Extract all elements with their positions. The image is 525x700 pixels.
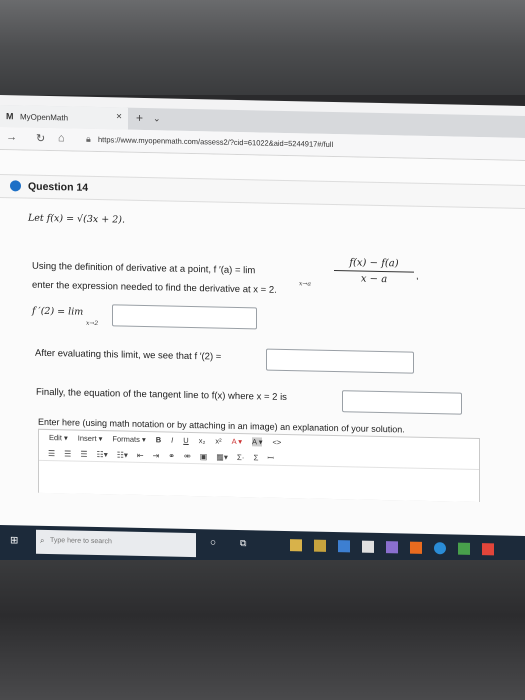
sigma-icon[interactable]: Σ (253, 453, 258, 462)
close-icon[interactable]: × (116, 111, 122, 122)
font-color-button[interactable]: A ▾ (232, 436, 242, 445)
tab-menu-icon[interactable]: ⌄ (153, 113, 161, 124)
rich-text-editor: Edit ▾ Insert ▾ Formats ▾ B I U x₂ x² A … (38, 428, 480, 503)
app-icon-2[interactable] (410, 541, 422, 554)
monitor-bezel-top (0, 0, 525, 95)
dropbox-icon[interactable] (386, 541, 398, 554)
mail-icon[interactable] (338, 540, 350, 553)
tangent-text: Finally, the equation of the tangent lin… (36, 386, 287, 404)
link-icon[interactable]: ⚭ (168, 451, 175, 460)
superscript-button[interactable]: x² (215, 436, 221, 445)
fraction-comma: , (416, 270, 419, 282)
formats-menu[interactable]: Formats ▾ (112, 434, 145, 444)
app-icon[interactable] (362, 540, 374, 553)
bullet-list-icon[interactable]: ☷▾ (97, 450, 108, 459)
page-content: Question 14 Let f(x) = √(3x + 2). Using … (0, 150, 525, 551)
store-icon[interactable] (314, 539, 326, 552)
refresh-icon[interactable]: ↻ (36, 132, 45, 145)
question-title: Question 14 (28, 180, 89, 194)
search-icon: ⌕ (40, 535, 45, 545)
align-center-icon[interactable]: ☰ (64, 449, 71, 458)
align-left-icon[interactable]: ☰ (48, 449, 55, 458)
numbered-list-icon[interactable]: ☷▾ (117, 450, 128, 459)
function-definition: Let f(x) = √(3x + 2). (28, 212, 125, 226)
tab-title: MyOpenMath (20, 111, 69, 122)
indent-icon[interactable]: ⇥ (153, 451, 160, 460)
limit-label: f ′(2) = lim (32, 305, 84, 318)
back-arrow-icon[interactable]: → (6, 131, 17, 143)
tangent-line-input[interactable] (342, 390, 462, 415)
taskbar-search[interactable]: ⌕ Type here to search (36, 529, 196, 558)
new-tab-button[interactable]: + (136, 111, 143, 125)
cortana-icon[interactable]: ○ (210, 537, 222, 549)
evaluating-text: After evaluating this limit, we see that… (35, 347, 222, 363)
edge-icon[interactable] (434, 542, 446, 555)
math-editor-icon[interactable]: ꟷ (267, 452, 274, 463)
subscript-button[interactable]: x₂ (199, 436, 206, 445)
tab-myopenmath[interactable]: M MyOpenMath × (0, 105, 128, 130)
lock-icon: 🔒︎ (86, 133, 91, 144)
image-icon[interactable]: ▣ (200, 452, 208, 461)
home-icon[interactable]: ⌂ (58, 132, 65, 144)
limit-subscript: x→2 (86, 319, 99, 328)
monitor-bezel-bottom (0, 560, 525, 700)
chrome-icon[interactable] (482, 543, 494, 556)
question-header: Question 14 (0, 174, 525, 209)
fraction-denominator: x − a (360, 273, 388, 286)
align-right-icon[interactable]: ☰ (80, 449, 87, 458)
limit-expression-input[interactable] (112, 304, 257, 330)
url-field[interactable]: https://www.myopenmath.com/assess2/?cid=… (98, 135, 333, 149)
underline-button[interactable]: U (183, 435, 188, 444)
edit-menu[interactable]: Edit ▾ (49, 433, 68, 442)
derivative-value-input[interactable] (266, 348, 414, 374)
insert-menu[interactable]: Insert ▾ (78, 433, 103, 443)
myopenmath-logo-icon: M (6, 111, 14, 122)
instruction-text: enter the expression needed to find the … (32, 279, 277, 296)
code-button[interactable]: <> (272, 437, 281, 446)
screen: M MyOpenMath × + ⌄ → ↻ ⌂ 🔒︎ https://www.… (0, 95, 525, 571)
unlink-icon[interactable]: ⚮ (184, 451, 191, 460)
italic-button[interactable]: I (171, 435, 173, 444)
search-placeholder: Type here to search (50, 537, 112, 546)
sum-icon[interactable]: Σ· (237, 452, 245, 461)
file-explorer-icon[interactable] (290, 539, 302, 552)
table-icon[interactable]: ▦▾ (216, 452, 228, 461)
definition-limit-subscript: x→a (299, 280, 311, 288)
status-dot-icon (10, 180, 21, 192)
derivative-fraction: f(x) − f(a) x − a (334, 257, 414, 286)
fraction-numerator: f(x) − f(a) (349, 257, 399, 270)
windows-start-icon[interactable]: ⊞ (10, 535, 18, 546)
task-view-icon[interactable]: ⧉ (240, 538, 252, 550)
background-color-button[interactable]: A ▾ (252, 436, 263, 446)
bold-button[interactable]: B (156, 435, 161, 444)
outdent-icon[interactable]: ⇤ (137, 450, 144, 459)
app-icon-3[interactable] (458, 542, 470, 555)
definition-text: Using the definition of derivative at a … (32, 260, 256, 277)
